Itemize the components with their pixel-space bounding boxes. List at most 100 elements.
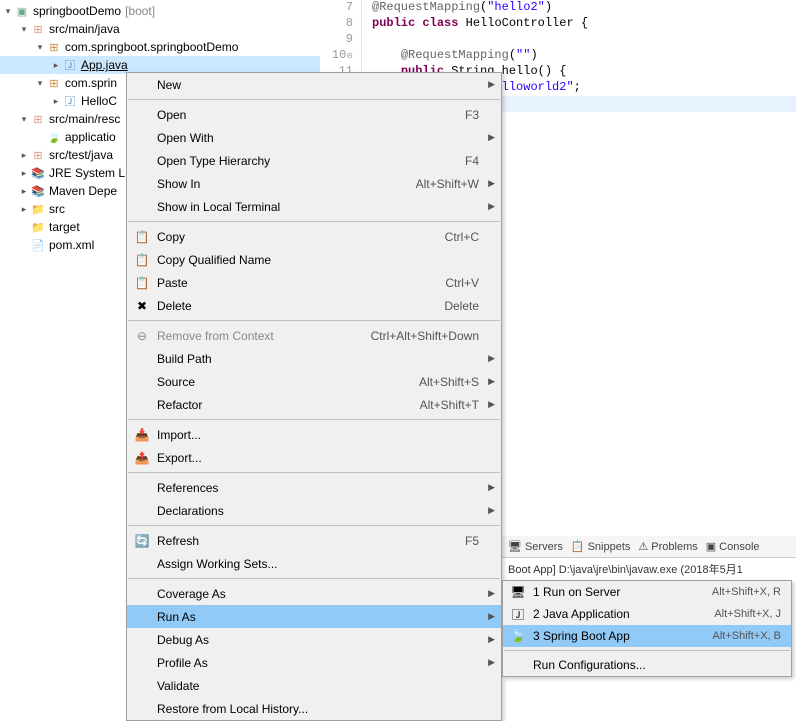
menu-item-source[interactable]: SourceAlt+Shift+S▶ <box>127 370 501 393</box>
menu-item-references[interactable]: References▶ <box>127 476 501 499</box>
tree-label: src/main/java <box>49 22 120 36</box>
menu-item-import-[interactable]: 📥Import... <box>127 423 501 446</box>
java-file-icon: 🄹 <box>62 57 78 73</box>
menu-label: Copy <box>153 230 445 244</box>
menu-item-open-type-hierarchy[interactable]: Open Type HierarchyF4 <box>127 149 501 172</box>
tree-label: pom.xml <box>49 238 94 252</box>
project-icon: ▣ <box>14 3 30 19</box>
menu-item-restore-from-local-history-[interactable]: Restore from Local History... <box>127 697 501 720</box>
tree-src-main-java[interactable]: ▾ ⊞ src/main/java <box>0 20 320 38</box>
submenu-label: Run Configurations... <box>529 658 785 672</box>
menu-label: Source <box>153 375 419 389</box>
menu-item-copy-qualified-name[interactable]: 📋Copy Qualified Name <box>127 248 501 271</box>
menu-item-copy[interactable]: 📋CopyCtrl+C <box>127 225 501 248</box>
menu-accelerator: Ctrl+C <box>445 230 483 244</box>
menu-accelerator: Ctrl+Alt+Shift+Down <box>371 329 483 343</box>
menu-item-show-in-local-terminal[interactable]: Show in Local Terminal▶ <box>127 195 501 218</box>
tab-snippets[interactable]: 📋Snippets <box>571 540 631 553</box>
menu-item-declarations[interactable]: Declarations▶ <box>127 499 501 522</box>
menu-label: Open <box>153 108 465 122</box>
expand-icon[interactable]: ▾ <box>18 23 30 35</box>
menu-item-assign-working-sets-[interactable]: Assign Working Sets... <box>127 552 501 575</box>
servers-icon: 🖥 <box>508 540 522 553</box>
tab-label: Problems <box>651 541 697 553</box>
menu-item-run-as[interactable]: Run As▶ <box>127 605 501 628</box>
submenu-item--run-on-server[interactable]: 🖥1 Run on ServerAlt+Shift+X, R <box>503 581 791 603</box>
expand-icon[interactable]: ▸ <box>50 95 62 107</box>
submenu-arrow-icon: ▶ <box>483 353 495 364</box>
submenu-accelerator: Alt+Shift+X, J <box>714 608 785 620</box>
tree-label: com.sprin <box>65 76 117 90</box>
menu-item-show-in[interactable]: Show InAlt+Shift+W▶ <box>127 172 501 195</box>
menu-accelerator: Alt+Shift+W <box>416 177 483 191</box>
project-label: springbootDemo <box>33 4 121 18</box>
line-number: 7 <box>320 0 362 16</box>
menu-item-paste[interactable]: 📋PasteCtrl+V <box>127 271 501 294</box>
line-number: 9 <box>320 32 362 48</box>
expand-icon[interactable]: ▸ <box>18 203 30 215</box>
menu-item-delete[interactable]: ✖DeleteDelete <box>127 294 501 317</box>
menu-item-profile-as[interactable]: Profile As▶ <box>127 651 501 674</box>
tab-servers[interactable]: 🖥Servers <box>508 540 563 553</box>
tree-label: applicatio <box>65 130 116 144</box>
menu-item-debug-as[interactable]: Debug As▶ <box>127 628 501 651</box>
menu-item-coverage-as[interactable]: Coverage As▶ <box>127 582 501 605</box>
menu-label: Import... <box>153 428 483 442</box>
menu-label: Delete <box>153 299 444 313</box>
tree-label: App.java <box>81 58 128 72</box>
menu-label: Open With <box>153 131 483 145</box>
menu-label: Validate <box>153 679 483 693</box>
menu-label: New <box>153 78 483 92</box>
menu-item-refactor[interactable]: RefactorAlt+Shift+T▶ <box>127 393 501 416</box>
expand-icon[interactable]: ▾ <box>18 113 30 125</box>
views-tabbar: 🖥Servers 📋Snippets ⚠Problems ▣Console <box>502 536 796 558</box>
spacer <box>18 221 30 233</box>
expand-icon[interactable]: ▾ <box>34 77 46 89</box>
menu-label: Remove from Context <box>153 329 371 343</box>
menu-item-build-path[interactable]: Build Path▶ <box>127 347 501 370</box>
menu-label: Assign Working Sets... <box>153 557 483 571</box>
menu-accelerator: Delete <box>444 299 483 313</box>
submenu-item-run-configurations-[interactable]: Run Configurations... <box>503 654 791 676</box>
menu-label: Profile As <box>153 656 483 670</box>
expand-icon[interactable]: ▸ <box>50 59 62 71</box>
menu-item-open-with[interactable]: Open With▶ <box>127 126 501 149</box>
expand-icon[interactable]: ▸ <box>18 185 30 197</box>
tree-package[interactable]: ▾ ⊞ com.springboot.springbootDemo <box>0 38 320 56</box>
menu-item-new[interactable]: New▶ <box>127 73 501 96</box>
leaf-icon: 🍃 <box>46 129 62 145</box>
source-folder-icon: ⊞ <box>30 21 46 37</box>
expand-icon[interactable]: ▸ <box>18 167 30 179</box>
menu-item-refresh[interactable]: 🔄RefreshF5 <box>127 529 501 552</box>
submenu-arrow-icon: ▶ <box>483 611 495 622</box>
tab-console[interactable]: ▣Console <box>706 540 760 553</box>
submenu-label: 1 Run on Server <box>529 585 712 599</box>
submenu-arrow-icon: ▶ <box>483 79 495 90</box>
menu-item-open[interactable]: OpenF3 <box>127 103 501 126</box>
java-file-icon: 🄹 <box>62 93 78 109</box>
tree-project[interactable]: ▾ ▣ springbootDemo [boot] <box>0 2 320 20</box>
console-output: Boot App] D:\java\jre\bin\javaw.exe (201… <box>502 558 796 580</box>
tab-problems[interactable]: ⚠Problems <box>638 540 697 553</box>
menu-accelerator: Alt+Shift+S <box>419 375 483 389</box>
menu-separator <box>128 419 500 420</box>
tree-label: JRE System L <box>49 166 125 180</box>
copy-icon: 📋 <box>131 230 153 244</box>
expand-icon[interactable]: ▾ <box>2 5 14 17</box>
context-menu: New▶OpenF3Open With▶Open Type HierarchyF… <box>126 72 502 721</box>
submenu-item--java-application[interactable]: 🄹2 Java ApplicationAlt+Shift+X, J <box>503 603 791 625</box>
menu-separator <box>128 221 500 222</box>
tree-label: target <box>49 220 80 234</box>
menu-item-export-[interactable]: 📤Export... <box>127 446 501 469</box>
run-as-submenu: 🖥1 Run on ServerAlt+Shift+X, R🄹2 Java Ap… <box>502 580 792 677</box>
submenu-item--spring-boot-app[interactable]: 🍃3 Spring Boot AppAlt+Shift+X, B <box>503 625 791 647</box>
expand-icon[interactable]: ▸ <box>18 149 30 161</box>
menu-item-validate[interactable]: Validate <box>127 674 501 697</box>
problems-icon: ⚠ <box>638 540 648 553</box>
copy-icon: 📋 <box>131 253 153 267</box>
menu-label: Coverage As <box>153 587 483 601</box>
spacer <box>18 239 30 251</box>
import-icon: 📥 <box>131 428 153 442</box>
expand-icon[interactable]: ▾ <box>34 41 46 53</box>
menu-label: Paste <box>153 276 445 290</box>
